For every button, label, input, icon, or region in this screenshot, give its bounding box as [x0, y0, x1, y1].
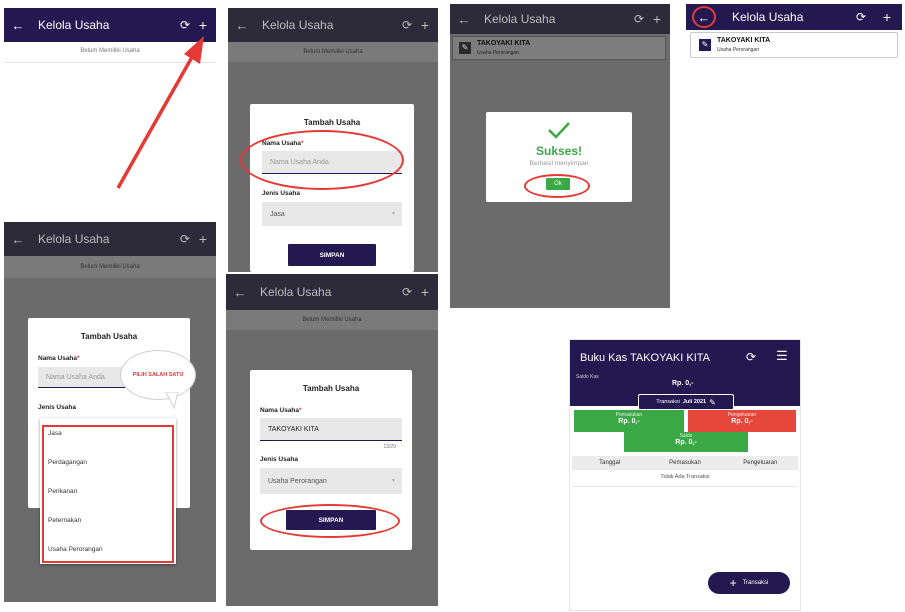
screen-dropdown-open: ← Kelola Usaha ⟳ + Belum Memiliki Usaha … — [4, 222, 216, 602]
annotation-circle — [240, 130, 404, 190]
dialog-title: Tambah Usaha — [80, 332, 138, 341]
screen-sukses-dialog: ← Kelola Usaha ⟳ + ✎ TAKOYAKI KITA Usaha… — [450, 4, 670, 308]
back-arrow-icon[interactable]: ← — [234, 18, 250, 33]
dialog-title: Tambah Usaha — [302, 384, 360, 393]
app-title: Kelola Usaha — [484, 12, 556, 26]
dialog-title: Tambah Usaha — [303, 118, 361, 127]
back-arrow-icon[interactable]: ← — [456, 12, 472, 27]
sync-icon[interactable]: ⟳ — [852, 10, 870, 24]
col-pengeluaran: Pengeluaran — [743, 460, 778, 466]
jenis-usaha-label: Jenis Usaha — [262, 190, 300, 197]
menu-icon[interactable]: ☰ — [776, 348, 788, 364]
sync-icon[interactable]: ⟳ — [746, 350, 756, 364]
empty-transactions: Tidak Ada Transaksi — [660, 474, 710, 480]
edit-icon[interactable]: ✎ — [699, 39, 711, 51]
callout-bubble: PILIH SALAH SATU — [120, 350, 196, 400]
add-icon[interactable]: + — [878, 9, 896, 25]
business-name: TAKOYAKI KITA — [717, 37, 771, 44]
app-title: Kelola Usaha — [262, 18, 334, 32]
app-bar: ← Kelola Usaha ⟳ + — [228, 8, 438, 42]
pengeluaran-card: Pengeluaran Rp. 0,- — [688, 410, 796, 432]
jenis-usaha-select[interactable]: Usaha Perorangan ▼ — [260, 468, 402, 494]
saldo-label: Saldo — [679, 433, 693, 439]
empty-divider — [572, 486, 798, 487]
transaksi-period: Juli 2021 — [682, 399, 707, 405]
sync-icon[interactable]: ⟳ — [630, 12, 648, 26]
jenis-usaha-select[interactable]: Jasa ▼ — [262, 202, 402, 226]
pemasukan-label: Pemasukan — [615, 412, 643, 418]
sync-icon[interactable]: ⟳ — [176, 232, 194, 246]
empty-state-text: Belum Memiliki Usaha — [303, 49, 363, 55]
saldo-value: Rp. 0,- — [675, 439, 697, 446]
add-icon: + — [729, 576, 737, 590]
screen-tambah-usaha-form: ← Kelola Usaha ⟳ + Belum Memiliki Usaha … — [228, 8, 438, 272]
col-pemasukan: Pemasukan — [669, 460, 701, 466]
back-arrow-icon[interactable]: ← — [10, 18, 26, 33]
transaksi-fab[interactable]: + Transaksi — [708, 572, 790, 594]
saldo-card: Saldo Rp. 0,- — [624, 432, 748, 452]
simpan-button[interactable]: SIMPAN — [288, 244, 376, 266]
callout-text: PILIH SALAH SATU — [132, 372, 184, 378]
callout-tail — [165, 392, 179, 410]
char-counter: 13/20 — [383, 444, 396, 450]
annotation-arrow — [116, 36, 204, 189]
transaksi-label: Transaksi — [656, 399, 680, 405]
sync-icon[interactable]: ⟳ — [398, 285, 416, 299]
buku-kas-title: Buku Kas TAKOYAKI KITA — [580, 352, 711, 364]
sync-icon[interactable]: ⟳ — [176, 18, 194, 32]
transaksi-period-selector[interactable]: Transaksi Juli 2021 ✎ — [638, 394, 734, 410]
dropdown-caret-icon: ▼ — [391, 478, 396, 484]
app-bar: ← Kelola Usaha ⟳ + — [686, 4, 902, 30]
app-title: Kelola Usaha — [38, 232, 110, 246]
saldo-kas-value: Rp. 0,- — [672, 380, 694, 387]
screen-tambah-usaha-filled: ← Kelola Usaha ⟳ + Belum Memiliki Usaha … — [226, 274, 438, 606]
pemasukan-card: Pemasukan Rp. 0,- — [574, 410, 684, 432]
business-type: Usaha Perorangan — [717, 47, 759, 53]
edit-icon[interactable]: ✎ — [709, 398, 716, 407]
app-title: Kelola Usaha — [260, 285, 332, 299]
success-title: Sukses! — [535, 144, 583, 158]
fab-label: Transaksi — [742, 580, 769, 586]
app-title: Kelola Usaha — [38, 18, 110, 32]
annotation-highlight-box — [42, 425, 174, 563]
table-header: Tanggal Pemasukan Pengeluaran — [572, 456, 798, 470]
annotation-circle — [692, 6, 716, 28]
nama-usaha-label: Nama Usaha* — [38, 355, 80, 362]
screen-kelola-usaha-list: ← Kelola Usaha ⟳ + ✎ TAKOYAKI KITA Usaha… — [686, 4, 902, 308]
add-icon[interactable]: + — [194, 231, 212, 247]
annotation-circle — [524, 174, 590, 198]
empty-state-text: Belum Memiliki Usaha — [80, 264, 140, 270]
app-bar: ← Kelola Usaha ⟳ + — [450, 4, 670, 34]
add-icon[interactable]: + — [416, 284, 434, 300]
pemasukan-value: Rp. 0,- — [618, 418, 640, 425]
edit-icon[interactable]: ✎ — [459, 42, 471, 54]
app-bar: ← Kelola Usaha ⟳ + — [226, 274, 438, 310]
pengeluaran-label: Pengeluaran — [727, 412, 757, 418]
app-bar: ← Kelola Usaha ⟳ + — [4, 222, 216, 256]
checkmark-icon — [548, 122, 570, 139]
dropdown-caret-icon: ▼ — [391, 211, 396, 217]
jenis-usaha-label: Jenis Usaha — [38, 404, 76, 411]
empty-state-text: Belum Memiliki Usaha — [302, 317, 362, 323]
sync-icon[interactable]: ⟳ — [398, 18, 416, 32]
saldo-kas-label: Saldo Kas — [576, 374, 599, 380]
pengeluaran-value: Rp. 0,- — [731, 418, 753, 425]
add-icon[interactable]: + — [648, 11, 666, 27]
nama-usaha-label: Nama Usaha* — [260, 407, 302, 414]
business-type: Usaha Perorangan — [477, 50, 519, 56]
annotation-circle — [260, 504, 400, 538]
jenis-usaha-label: Jenis Usaha — [260, 456, 298, 463]
success-message: Berhasil menyimpan — [529, 160, 589, 167]
col-tanggal: Tanggal — [599, 460, 621, 466]
screen-buku-kas: Buku Kas TAKOYAKI KITA ⟳ ☰ Saldo Kas Rp.… — [570, 340, 800, 610]
back-arrow-icon[interactable]: ← — [232, 285, 248, 300]
business-list-item[interactable]: ✎ TAKOYAKI KITA Usaha Perorangan — [452, 36, 666, 60]
add-icon[interactable]: + — [416, 17, 434, 33]
add-icon[interactable]: + — [194, 17, 212, 33]
business-name: TAKOYAKI KITA — [477, 40, 531, 47]
back-arrow-icon[interactable]: ← — [10, 232, 26, 247]
business-list-item[interactable]: ✎ TAKOYAKI KITA Usaha Perorangan — [690, 32, 898, 58]
nama-usaha-input[interactable]: TAKOYAKI KITA — [260, 418, 402, 441]
app-title: Kelola Usaha — [732, 10, 804, 24]
